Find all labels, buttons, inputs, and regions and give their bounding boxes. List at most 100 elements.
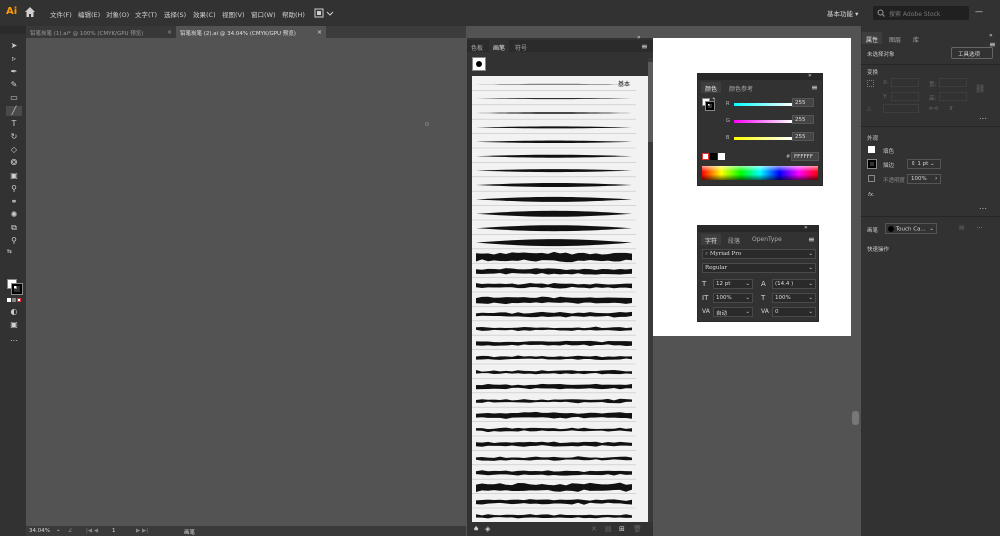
- green-slider[interactable]: [734, 120, 792, 123]
- rotate-tool-icon[interactable]: ↻: [8, 132, 20, 142]
- gradient-mode-icon[interactable]: [12, 298, 16, 302]
- brush-stroke-sample[interactable]: [476, 98, 632, 100]
- brush-stroke-sample[interactable]: [476, 411, 632, 419]
- collapse-panel-icon[interactable]: »: [989, 32, 993, 39]
- delete-brush-icon[interactable]: 🗑: [633, 525, 642, 533]
- scrollbar-thumb[interactable]: [852, 411, 859, 425]
- font-family-dropdown[interactable]: ⌕ Myriad Pro ⌄: [702, 249, 816, 259]
- horizontal-scale-field[interactable]: 100% ⌄: [772, 293, 816, 303]
- rotate-icon[interactable]: △: [867, 106, 871, 112]
- direct-selection-tool-icon[interactable]: ▹: [8, 54, 20, 64]
- brush-stroke-sample[interactable]: [476, 514, 632, 519]
- screen-mode-icon[interactable]: ▣: [8, 320, 20, 330]
- tab-libraries[interactable]: 库: [909, 32, 923, 44]
- brush-stroke-sample[interactable]: [476, 169, 632, 173]
- zoom-dropdown-icon[interactable]: ⌄: [56, 527, 61, 533]
- rotate-field[interactable]: [883, 104, 919, 113]
- tab-color[interactable]: 颜色: [701, 82, 722, 93]
- brush-stroke-sample[interactable]: [476, 225, 632, 232]
- close-tab-icon[interactable]: ×: [317, 29, 322, 36]
- tab-brushes[interactable]: 画笔: [489, 40, 510, 52]
- canvas[interactable]: [26, 38, 466, 526]
- brush-stroke-sample[interactable]: [476, 83, 632, 85]
- rotate-view-icon[interactable]: ∠: [68, 528, 73, 534]
- font-style-dropdown[interactable]: Regular ⌄: [702, 263, 816, 273]
- stock-search-input[interactable]: 搜索 Adobe Stock: [873, 6, 969, 20]
- panel-title-bar[interactable]: [698, 74, 822, 80]
- selection-tool-icon[interactable]: ➤: [8, 41, 20, 51]
- artboard-number[interactable]: 1: [112, 528, 116, 534]
- tab-properties[interactable]: 属性: [862, 32, 883, 44]
- remove-stroke-icon[interactable]: ✕: [591, 525, 597, 533]
- opacity-arrow-icon[interactable]: ›: [935, 175, 937, 182]
- w-field[interactable]: [939, 78, 967, 87]
- minimize-window-button[interactable]: —: [975, 7, 983, 16]
- brush-stroke-sample[interactable]: [476, 456, 632, 461]
- arrange-documents-icon[interactable]: [314, 8, 334, 18]
- swap-colors-icon[interactable]: ⇆: [7, 248, 12, 255]
- round-brush-swatch[interactable]: [472, 57, 486, 71]
- x-field[interactable]: [891, 78, 919, 87]
- tab-layers[interactable]: 图层: [885, 32, 905, 44]
- artboard-tool-icon[interactable]: ⧉: [8, 223, 20, 233]
- flip-vertical-icon[interactable]: ⊽: [949, 106, 953, 112]
- tab-paragraph[interactable]: 段落: [724, 234, 744, 245]
- effects-button[interactable]: fx.: [868, 192, 875, 198]
- curvature-tool-icon[interactable]: ✎: [8, 80, 20, 90]
- font-size-field[interactable]: 12 pt ⌄: [713, 279, 753, 289]
- y-field[interactable]: [891, 92, 919, 101]
- brush-options-icon[interactable]: ◈: [485, 525, 490, 533]
- brush-stroke-sample[interactable]: [476, 355, 632, 360]
- brush-stroke-sample[interactable]: [476, 112, 632, 114]
- more-tools-icon[interactable]: …: [8, 334, 20, 344]
- hex-value-field[interactable]: FFFFFF: [791, 152, 819, 161]
- paintbrush-tool-icon[interactable]: ╱: [6, 106, 22, 116]
- brush-stroke-sample[interactable]: [476, 441, 632, 447]
- none-mode-icon[interactable]: [17, 298, 21, 302]
- tab-color-guide[interactable]: 颜色参考: [725, 82, 757, 93]
- document-tab-2[interactable]: 铅笔炭笔 (2).ai @ 34.04% (CMYK/GPU 预览) ×: [176, 26, 326, 38]
- draw-mode-icon[interactable]: ◐: [8, 307, 20, 317]
- menu-type[interactable]: 文字(T): [135, 9, 157, 19]
- gradient-tool-icon[interactable]: ▣: [8, 171, 20, 181]
- vertical-scale-field[interactable]: 100% ⌄: [713, 293, 753, 303]
- tab-character[interactable]: 字符: [701, 234, 722, 245]
- brush-stroke-sample[interactable]: [476, 251, 632, 263]
- brush-menu-icon[interactable]: ⋯: [977, 225, 983, 231]
- brush-stroke-sample[interactable]: [476, 126, 632, 129]
- panel-menu-icon[interactable]: ≡: [811, 83, 818, 92]
- vertical-scrollbar[interactable]: [851, 38, 861, 536]
- brush-stroke-sample[interactable]: [476, 499, 632, 505]
- tracking-field[interactable]: 0 ⌄: [772, 307, 816, 317]
- leading-field[interactable]: (14.4 ) ⌄: [772, 279, 816, 289]
- menu-help[interactable]: 帮助(H): [282, 9, 305, 19]
- tool-options-button[interactable]: 工具选项: [951, 47, 993, 59]
- zoom-tool-icon[interactable]: ⚲: [8, 236, 20, 246]
- first-artboard-icon[interactable]: |◀ ◀: [86, 528, 98, 534]
- none-color-swatch[interactable]: [702, 153, 709, 160]
- stroke-color-swatch[interactable]: [11, 283, 23, 295]
- green-value-field[interactable]: 255: [792, 115, 814, 124]
- eraser-tool-icon[interactable]: ◇: [8, 145, 20, 155]
- collapse-panel-icon[interactable]: »: [804, 224, 808, 231]
- brush-stroke-sample[interactable]: [476, 196, 632, 202]
- brush-stroke-sample[interactable]: [476, 470, 632, 476]
- blue-slider[interactable]: [734, 137, 792, 140]
- symbol-sprayer-tool-icon[interactable]: ✺: [8, 210, 20, 220]
- tab-swatches[interactable]: 色板: [467, 40, 487, 52]
- type-tool-icon[interactable]: T: [8, 119, 20, 129]
- stroke-swatch[interactable]: [705, 101, 715, 111]
- brush-stroke-sample[interactable]: [476, 282, 632, 289]
- kerning-field[interactable]: 自动 ⌄: [713, 307, 753, 317]
- collapse-panel-icon[interactable]: »: [808, 72, 812, 79]
- h-field[interactable]: [939, 92, 967, 101]
- home-icon[interactable]: [24, 6, 36, 18]
- brush-stroke-sample[interactable]: [476, 427, 632, 433]
- red-value-field[interactable]: 255: [792, 98, 814, 107]
- brush-stroke-sample[interactable]: [476, 369, 632, 375]
- brush-stroke-sample[interactable]: [476, 296, 632, 305]
- warp-tool-icon[interactable]: ❂: [8, 158, 20, 168]
- black-color-swatch[interactable]: [710, 153, 717, 160]
- brush-stroke-sample[interactable]: [476, 140, 632, 144]
- menu-view[interactable]: 视图(V): [222, 9, 245, 19]
